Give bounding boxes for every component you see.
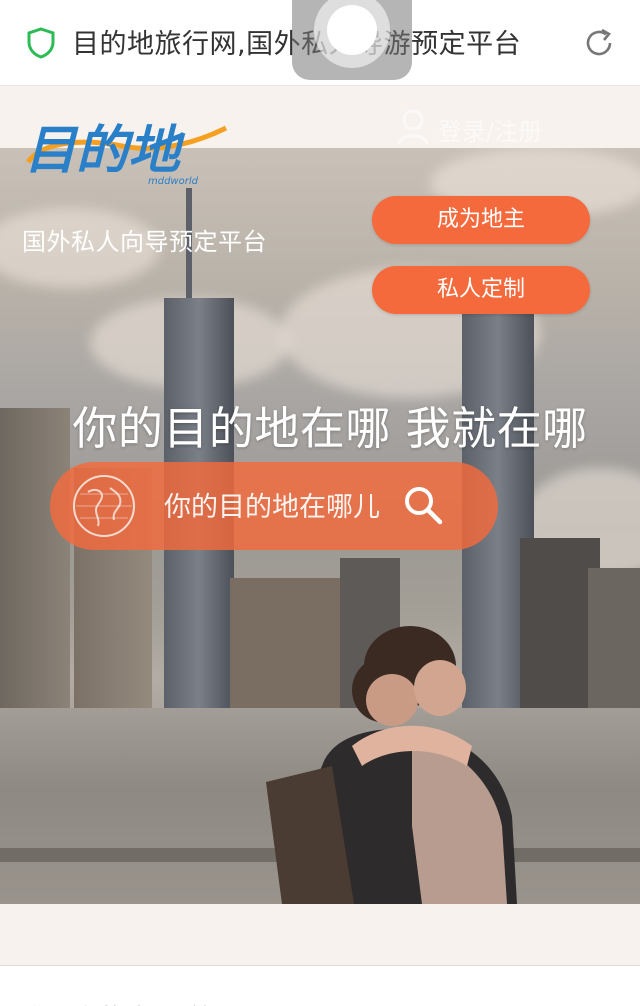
shield-icon <box>27 27 55 59</box>
hero-bottom-strip <box>0 904 640 966</box>
reload-icon[interactable] <box>580 24 618 62</box>
user-icon[interactable] <box>396 108 430 146</box>
hero-tagline: 国外私人向导预定平台 <box>22 228 267 256</box>
globe-icon <box>73 475 135 537</box>
search-input[interactable]: 你的目的地在哪儿 <box>164 485 394 524</box>
login-link[interactable]: 登录/注册 <box>438 112 542 147</box>
destination-search-box[interactable]: 你的目的地在哪儿 <box>50 462 498 550</box>
travelers-photo <box>266 626 517 904</box>
custom-trip-button[interactable]: 私人定制 <box>372 266 590 314</box>
site-logo[interactable]: 目的地 mddworld <box>22 118 232 190</box>
svg-text:目的地: 目的地 <box>24 121 186 181</box>
become-host-button[interactable]: 成为地主 <box>372 196 590 244</box>
search-icon[interactable] <box>402 484 444 526</box>
logo-subtext: mddworld <box>148 176 199 187</box>
hero-slogan: 你的目的地在哪 我就在哪 <box>72 402 588 455</box>
assistive-touch-button[interactable] <box>292 0 412 80</box>
breadcrumb: 你即在的位日: 首页 <box>28 998 236 1006</box>
